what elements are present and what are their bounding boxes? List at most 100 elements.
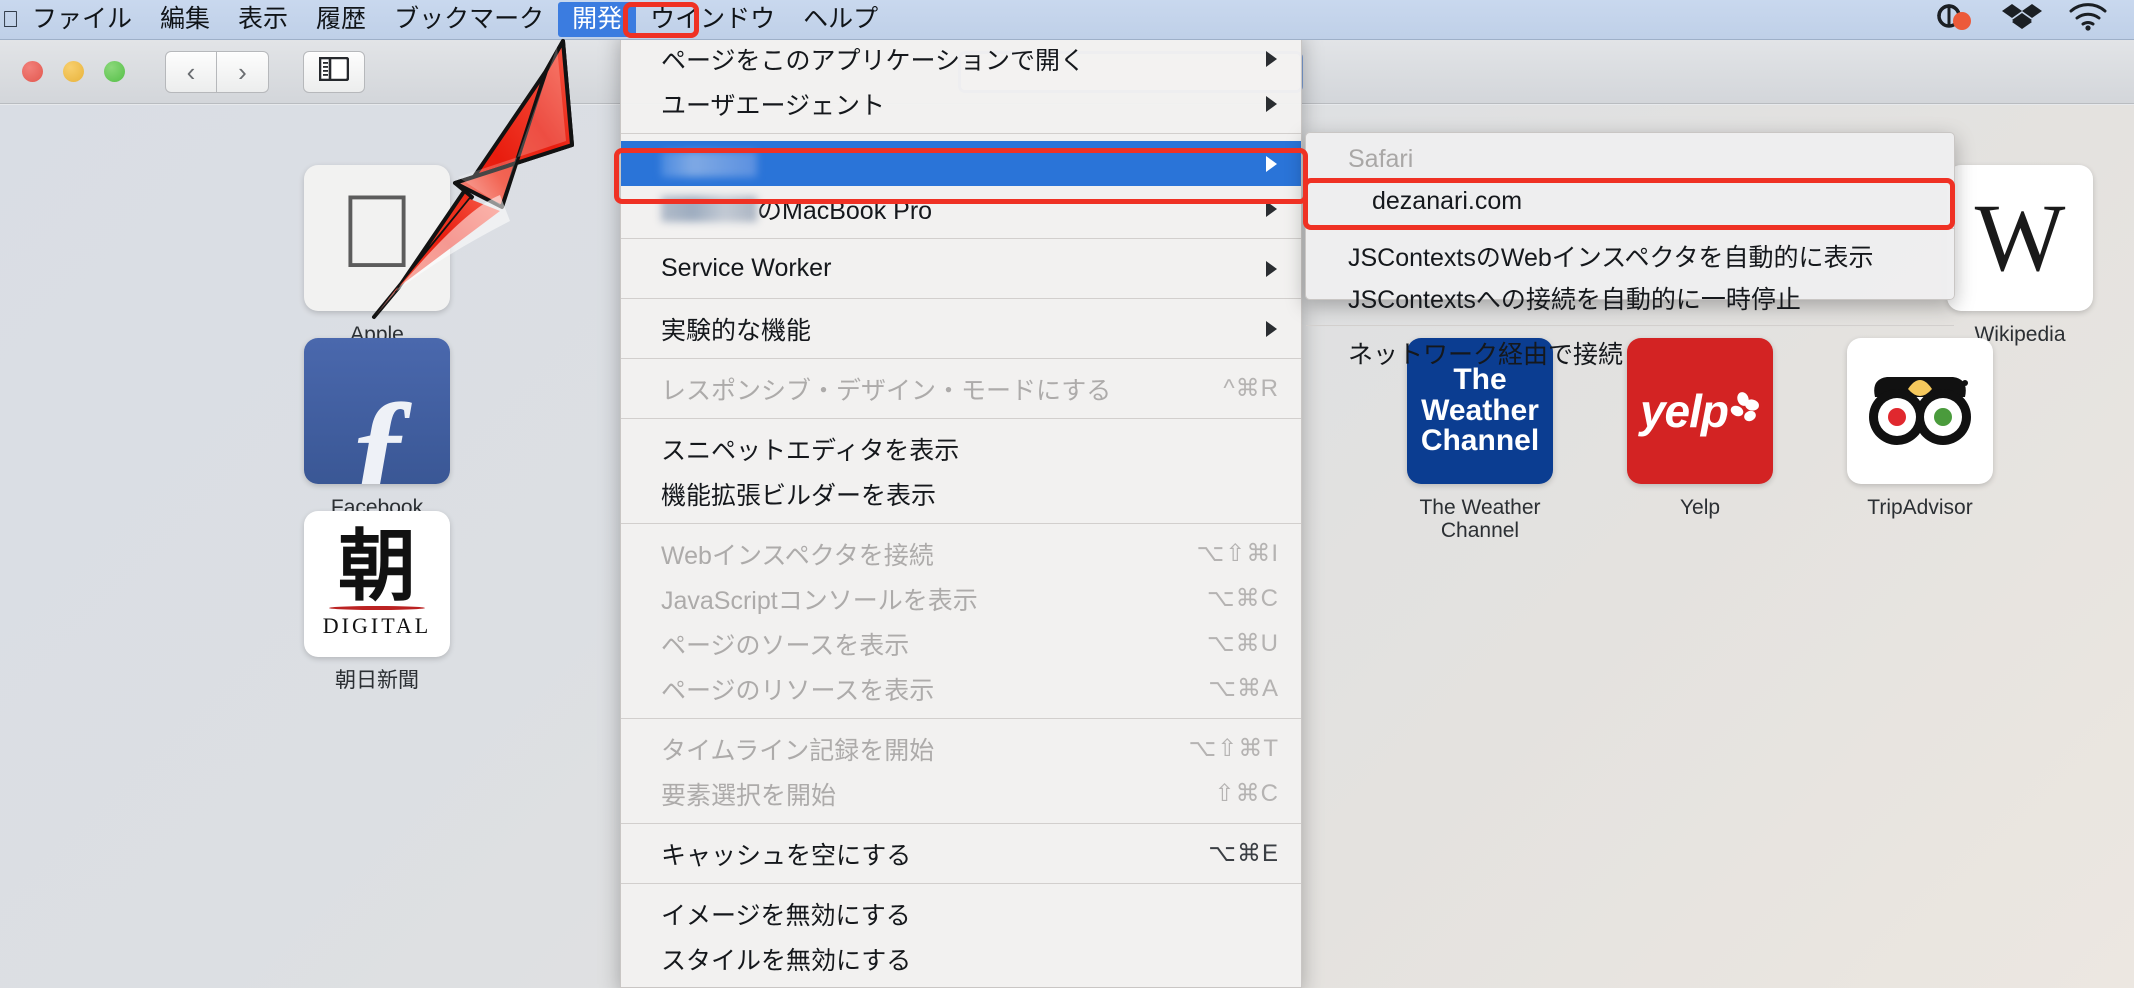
asahi-shimbun-logo-icon: 朝 DIGITAL	[304, 511, 450, 657]
back-button[interactable]: ‹	[165, 50, 217, 93]
menu-item-label: イメージを無効にする	[661, 901, 911, 930]
menu-item-label: 要素選択を開始	[661, 781, 837, 810]
menu-item-label: スニペットエディタを表示	[661, 436, 960, 465]
twc-line-2: Weather	[1421, 393, 1539, 427]
favorite-label: The Weather Channel	[1419, 496, 1541, 543]
develop-dropdown-menu: ページをこのアプリケーションで開く ユーザエージェント のMacBook Pro…	[620, 30, 1302, 988]
menu-separator	[621, 523, 1301, 524]
menu-connect-web-inspector: Webインスペクタを接続 ⌥⇧⌘I	[621, 531, 1301, 576]
favorite-label: Yelp	[1679, 496, 1721, 519]
submenu-auto-pause-jscontexts[interactable]: JSContextsへの接続を自動的に一時停止	[1306, 277, 1954, 319]
zoom-button[interactable]	[104, 61, 125, 82]
menu-separator	[621, 238, 1301, 239]
submenu-item-label: JSContextsへの接続を自動的に一時停止	[1348, 286, 1801, 314]
menu-item-help[interactable]: ヘルプ	[789, 2, 892, 38]
wikipedia-logo-icon: W	[1947, 165, 2093, 311]
menu-item-shortcut: ⌥⌘C	[1207, 585, 1279, 612]
menu-show-javascript-console: JavaScriptコンソールを表示 ⌥⌘C	[621, 576, 1301, 621]
menu-item-shortcut: ⌥⇧⌘I	[1196, 540, 1279, 567]
wikipedia-w-glyph: W	[1974, 184, 2066, 291]
menu-responsive-design-mode: レスポンシブ・デザイン・モードにする ^⌘R	[621, 366, 1301, 411]
menu-show-snippet-editor[interactable]: スニペットエディタを表示	[621, 426, 1301, 471]
sidebar-icon	[318, 56, 350, 86]
favorite-facebook[interactable]: f Facebook	[282, 338, 472, 519]
menu-item-file[interactable]: ファイル	[18, 2, 146, 38]
twc-line-3: Channel	[1420, 424, 1540, 458]
menu-bar-status-area	[1934, 2, 2134, 37]
chevron-right-icon	[1266, 260, 1277, 277]
menu-separator	[621, 823, 1301, 824]
submenu-header-label: Safari	[1348, 144, 1414, 173]
screen-recording-icon[interactable]	[1934, 3, 1976, 36]
favorite-label: 朝日新聞	[335, 669, 419, 692]
menu-disable-styles[interactable]: スタイルを無効にする	[621, 936, 1301, 981]
menu-item-label: 機能拡張ビルダーを表示	[661, 481, 937, 510]
menu-item-view[interactable]: 表示	[224, 2, 302, 38]
submenu-item-dezanari[interactable]: dezanari.com	[1306, 180, 1954, 222]
menu-item-label: スタイルを無効にする	[661, 946, 912, 975]
window-controls	[22, 61, 125, 82]
menu-item-shortcut: ⌥⌘A	[1208, 675, 1279, 702]
chevron-right-icon	[1266, 155, 1277, 172]
menu-open-page-with-app[interactable]: ページをこのアプリケーションで開く	[621, 36, 1301, 81]
minimize-button[interactable]	[63, 61, 84, 82]
menu-start-timeline-recording: タイムライン記録を開始 ⌥⇧⌘T	[621, 726, 1301, 771]
menu-item-label: レスポンシブ・デザイン・モードにする	[661, 376, 1112, 405]
menu-user-agent[interactable]: ユーザエージェント	[621, 81, 1301, 126]
menu-item-shortcut: ⌥⌘U	[1207, 630, 1279, 657]
menu-item-shortcut: ⇧⌘C	[1214, 780, 1279, 807]
menu-empty-caches[interactable]: キャッシュを空にする ⌥⌘E	[621, 831, 1301, 876]
menu-disable-javascript[interactable]: JavaScriptを無効にする	[621, 981, 1301, 988]
submenu-auto-show-jscontexts-inspector[interactable]: JSContextsのWebインスペクタを自動的に表示	[1306, 235, 1954, 277]
submenu-connect-via-network[interactable]: ネットワーク経由で接続	[1306, 332, 1954, 374]
menu-item-label: JavaScriptコンソールを表示	[661, 586, 978, 615]
safari-screenshot:  ファイル 編集 表示 履歴 ブックマーク 開発 ウインドウ ヘルプ	[0, 0, 2134, 988]
menu-item-edit[interactable]: 編集	[146, 2, 224, 38]
menu-separator	[621, 358, 1301, 359]
menu-disable-images[interactable]: イメージを無効にする	[621, 891, 1301, 936]
favorite-asahi[interactable]: 朝 DIGITAL 朝日新聞	[282, 511, 472, 692]
close-button[interactable]	[22, 61, 43, 82]
menu-item-shortcut: ⌥⌘E	[1208, 840, 1279, 867]
menu-experimental-features[interactable]: 実験的な機能	[621, 306, 1301, 351]
menu-separator	[621, 133, 1301, 134]
menu-item-label: Webインスペクタを接続	[661, 541, 934, 570]
menu-item-label: Service Worker	[661, 254, 832, 282]
menu-item-label: ページをこのアプリケーションで開く	[661, 46, 1086, 75]
submenu-separator	[1306, 325, 1954, 326]
facebook-logo-icon: f	[304, 338, 450, 484]
menu-item-label: キャッシュを空にする	[661, 841, 912, 870]
chevron-left-icon: ‹	[186, 56, 196, 87]
submenu-item-label: ネットワーク経由で接続	[1348, 341, 1624, 369]
menu-item-label: タイムライン記録を開始	[661, 736, 935, 765]
menu-show-page-resources: ページのリソースを表示 ⌥⌘A	[621, 666, 1301, 711]
menu-item-label: 実験的な機能	[661, 316, 812, 345]
menu-item-label: ページのリソースを表示	[661, 676, 935, 705]
chevron-right-icon	[1266, 95, 1277, 112]
yelp-wordmark: yelp	[1639, 385, 1729, 437]
apple-menu-icon[interactable]: 	[2, 8, 18, 31]
menu-separator	[621, 298, 1301, 299]
submenu-item-label: JSContextsのWebインスペクタを自動的に表示	[1348, 244, 1874, 272]
menu-start-element-selection: 要素選択を開始 ⇧⌘C	[621, 771, 1301, 816]
submenu-item-label: dezanari.com	[1372, 186, 1523, 215]
wifi-icon[interactable]	[2068, 2, 2108, 37]
chevron-right-icon	[1266, 320, 1277, 337]
menu-service-worker[interactable]: Service Worker	[621, 246, 1301, 291]
menu-show-extension-builder[interactable]: 機能拡張ビルダーを表示	[621, 471, 1301, 516]
dropbox-icon[interactable]	[2002, 2, 2042, 37]
menu-device-redacted[interactable]	[621, 141, 1301, 186]
menu-separator	[621, 883, 1301, 884]
forward-button[interactable]: ›	[217, 50, 269, 93]
menu-item-shortcut: ⌥⇧⌘T	[1188, 735, 1279, 762]
menu-macbook-pro[interactable]: のMacBook Pro	[621, 186, 1301, 231]
navigation-buttons: ‹ ›	[165, 50, 269, 93]
device-submenu: Safari dezanari.com JSContextsのWebインスペクタ…	[1305, 132, 1955, 369]
chevron-right-icon	[1266, 50, 1277, 67]
favorite-label: TripAdvisor	[1867, 496, 1973, 519]
menu-item-shortcut: ^⌘R	[1223, 375, 1279, 402]
chevron-right-icon: ›	[238, 56, 247, 87]
menu-show-page-source: ページのソースを表示 ⌥⌘U	[621, 621, 1301, 666]
chevron-right-icon	[1266, 200, 1277, 217]
submenu-separator	[1306, 228, 1954, 229]
